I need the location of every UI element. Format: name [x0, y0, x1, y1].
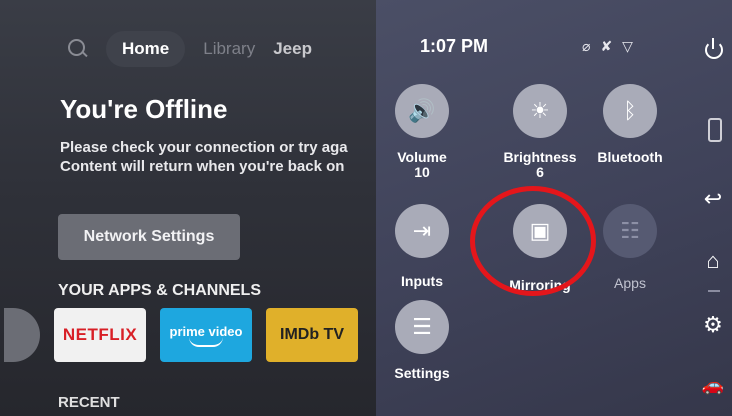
- nav-profile[interactable]: Jeep: [273, 39, 312, 59]
- recent-heading: RECENT: [58, 394, 120, 411]
- bluetooth-icon: ᛒ: [603, 84, 657, 138]
- red-highlight-circle: [470, 186, 596, 296]
- network-settings-button[interactable]: Network Settings: [58, 214, 240, 260]
- volume-label: Volume: [397, 149, 447, 165]
- search-icon[interactable]: [66, 38, 88, 60]
- offline-message-line-2: Content will return when you're back on: [60, 158, 345, 175]
- settings-tile[interactable]: ☰ Settings: [374, 300, 470, 381]
- apps-tile[interactable]: ☷ Apps: [582, 204, 678, 291]
- power-icon[interactable]: [700, 36, 726, 62]
- speaker-icon: 🔊: [395, 84, 449, 138]
- side-divider: [708, 290, 720, 292]
- offline-message-line-1: Please check your connection or try aga: [60, 139, 348, 156]
- apps-row: NETFLIX prime video IMDb TV: [0, 304, 376, 366]
- offline-message: Please check your connection or try aga …: [60, 138, 390, 176]
- sliders-icon: ☰: [395, 300, 449, 354]
- gear-icon[interactable]: ⚙: [700, 312, 726, 338]
- app-tile-prime-video[interactable]: prime video: [160, 308, 252, 362]
- status-icons: ⌀ ✘ ▽: [582, 38, 633, 55]
- offline-title: You're Offline: [60, 94, 228, 124]
- side-navigation: ↩ ⌂ ⚙ 🚗: [694, 0, 732, 416]
- volume-value: 10: [414, 164, 430, 180]
- input-icon: ⇥: [395, 204, 449, 258]
- bluetooth-label: Bluetooth: [597, 149, 663, 165]
- app-tile-imdb-tv[interactable]: IMDb TV: [266, 308, 358, 362]
- tv-screen: Home Library Jeep You're Offline Please …: [0, 0, 732, 416]
- no-wifi-icon: ⌀: [582, 38, 591, 54]
- apps-label: Apps: [614, 275, 646, 291]
- wifi-icon: ▽: [622, 38, 633, 54]
- volume-tile[interactable]: 🔊 Volume 10: [374, 84, 470, 180]
- brightness-tile[interactable]: ☀ Brightness 6: [492, 84, 588, 180]
- car-icon[interactable]: 🚗: [700, 372, 726, 398]
- apps-grid-icon: ☷: [603, 204, 657, 258]
- bluetooth-tile[interactable]: ᛒ Bluetooth: [582, 84, 678, 165]
- prime-smile-icon: [189, 337, 223, 347]
- mic-off-icon: ✘: [600, 38, 613, 54]
- brightness-label: Brightness: [503, 149, 577, 165]
- sun-icon: ☀: [513, 84, 567, 138]
- clock: 1:07 PM: [420, 36, 489, 56]
- nav-home[interactable]: Home: [106, 31, 186, 67]
- inputs-label: Inputs: [401, 273, 443, 289]
- inputs-tile[interactable]: ⇥ Inputs: [374, 204, 470, 289]
- home-icon[interactable]: ⌂: [700, 248, 726, 274]
- netflix-logo: NETFLIX: [62, 325, 138, 344]
- nav-library[interactable]: Library: [203, 39, 255, 59]
- app-tile-netflix[interactable]: NETFLIX: [54, 308, 146, 362]
- apps-heading: YOUR APPS & CHANNELS: [58, 282, 261, 299]
- back-icon[interactable]: ↩: [700, 186, 726, 212]
- top-navigation: Home Library Jeep: [66, 30, 312, 68]
- remote-icon[interactable]: [708, 118, 722, 142]
- app-tile-previous[interactable]: [4, 308, 40, 362]
- imdb-tv-logo: IMDb TV: [280, 326, 344, 343]
- settings-label: Settings: [394, 365, 450, 381]
- brightness-value: 6: [536, 164, 544, 180]
